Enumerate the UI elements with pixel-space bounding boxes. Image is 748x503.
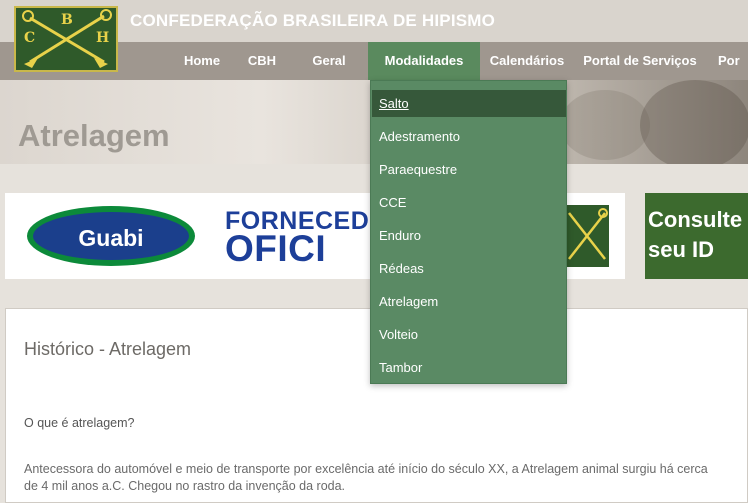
nav-cbh[interactable]: CBH [236, 42, 288, 80]
paragraph-text: Antecessora do automóvel e meio de trans… [24, 462, 708, 493]
oficial-text: OFICI [225, 228, 327, 269]
modalidades-dropdown: Salto Adestramento Paraequestre CCE Endu… [370, 80, 567, 384]
dropdown-item-atrelagem[interactable]: Atrelagem [372, 288, 566, 315]
section-heading: Histórico - Atrelagem [24, 339, 192, 359]
consult-id-banner[interactable]: Consulte seu ID [645, 193, 748, 279]
nav-geral[interactable]: Geral [300, 42, 358, 80]
guabi-label-wrap: Guabi [25, 203, 197, 269]
nav-modalidades[interactable]: Modalidades [368, 42, 480, 80]
cbh-logo[interactable]: C B H [14, 6, 118, 72]
guabi-label: Guabi [78, 225, 144, 251]
dropdown-item-redeas[interactable]: Rédeas [372, 255, 566, 282]
dropdown-item-salto[interactable]: Salto [372, 90, 566, 117]
logo-letter-c: C [24, 30, 36, 46]
consult-line-1: Consulte [648, 207, 743, 232]
logo-letter-b: B [61, 12, 73, 28]
hero-decoration [640, 80, 748, 164]
nav-home[interactable]: Home [168, 42, 236, 80]
consult-line-2: seu ID [648, 237, 715, 262]
hero-decoration [560, 90, 650, 160]
dropdown-item-adestramento[interactable]: Adestramento [372, 123, 566, 150]
site-title: CONFEDERAÇÃO BRASILEIRA DE HIPISMO [130, 11, 496, 30]
dropdown-item-tambor[interactable]: Tambor [372, 354, 566, 381]
cbh-mini-logo [565, 205, 609, 267]
crossed-whips-icon [568, 208, 608, 260]
logo-letter-h: H [96, 30, 110, 46]
page-title: Atrelagem [18, 118, 170, 153]
dropdown-item-paraequestre[interactable]: Paraequestre [372, 156, 566, 183]
dropdown-item-volteio[interactable]: Volteio [372, 321, 566, 348]
question-text: O que é atrelagem? [24, 416, 135, 430]
nav-more[interactable]: Por [718, 42, 748, 80]
dropdown-item-enduro[interactable]: Enduro [372, 222, 566, 249]
dropdown-item-cce[interactable]: CCE [372, 189, 566, 216]
consult-text: Consulte seu ID [648, 205, 742, 265]
nav-calendarios[interactable]: Calendários [486, 42, 568, 80]
nav-portal-servicos[interactable]: Portal de Serviços [580, 42, 700, 80]
